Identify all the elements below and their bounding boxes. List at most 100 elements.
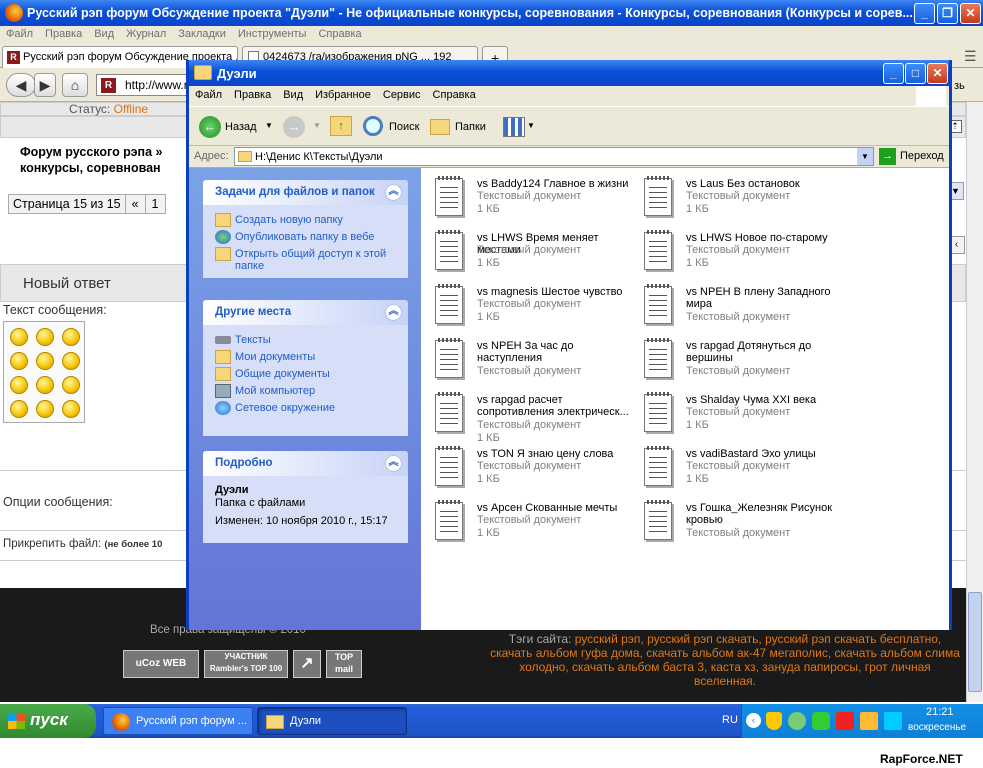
menu-file[interactable]: Файл — [0, 26, 39, 42]
file-item[interactable]: vs Laus Без остановок Текстовый документ 1… — [644, 176, 849, 228]
collapse-chevron-icon[interactable]: ︽ — [385, 455, 402, 472]
url-bar[interactable]: R http://www.r — [96, 74, 196, 96]
file-item[interactable]: vs vadiBastard Эхо улицы Текстовый докуме… — [644, 446, 849, 498]
views-icon[interactable] — [503, 117, 525, 137]
menu-edit[interactable]: Правка — [39, 26, 88, 42]
home-button[interactable]: ⌂ — [62, 73, 88, 97]
collapse-chevron-icon[interactable]: ︽ — [385, 184, 402, 201]
views-dropdown-icon[interactable]: ▼ — [527, 121, 535, 130]
task-firefox[interactable]: Русский рэп форум ... — [103, 707, 253, 735]
tray-app-icon[interactable] — [812, 712, 830, 730]
smiley-icon[interactable] — [36, 376, 54, 394]
page-scrollbar[interactable] — [966, 102, 983, 702]
rambler-badge[interactable]: УЧАСТНИК Rambler's TOP 100 — [204, 650, 288, 678]
language-indicator[interactable]: RU — [722, 714, 738, 726]
details-panel-header[interactable]: Подробно ︽ — [203, 451, 408, 476]
task-explorer[interactable]: Дуэли — [257, 707, 407, 735]
ex-menu-tools[interactable]: Сервис — [377, 86, 427, 104]
start-button[interactable]: пуск — [0, 704, 96, 738]
arrow-badge[interactable]: ↗ — [293, 650, 321, 678]
folders-icon[interactable] — [430, 119, 450, 135]
menu-history[interactable]: Журнал — [120, 26, 172, 42]
page-1[interactable]: 1 — [146, 195, 165, 213]
tray-collapse-icon[interactable]: ‹ — [746, 713, 761, 728]
explorer-minimize-button[interactable]: _ — [883, 63, 904, 84]
file-item[interactable]: vs TON Я знаю цену слова Текстовый докуме… — [435, 446, 640, 498]
place-network-link[interactable]: Сетевое окружение — [203, 399, 408, 416]
menu-view[interactable]: Вид — [88, 26, 120, 42]
tasks-panel-header[interactable]: Задачи для файлов и папок ︽ — [203, 180, 408, 205]
clock-time[interactable]: 21:21 — [926, 706, 954, 718]
file-item[interactable]: vs Baddy124 Главное в жизни Текстовый док… — [435, 176, 640, 228]
place-my-docs-link[interactable]: Мои документы — [203, 348, 408, 365]
publish-web-link[interactable]: Опубликовать папку в вебе — [203, 228, 408, 245]
file-item[interactable]: vs Shalday Чума XXI века Текстовый докуме… — [644, 392, 849, 444]
tray-app-icon[interactable] — [788, 712, 806, 730]
file-item[interactable]: vs LHWS Новое по-старому Текстовый докуме… — [644, 230, 849, 282]
explorer-close-button[interactable]: ✕ — [927, 63, 948, 84]
smiley-icon[interactable] — [36, 400, 54, 418]
address-dropdown-icon[interactable]: ▼ — [857, 148, 873, 165]
smiley-icon[interactable] — [10, 352, 28, 370]
smiley-icon[interactable] — [36, 352, 54, 370]
collapse-chevron-icon[interactable]: ︽ — [385, 304, 402, 321]
smiley-icon[interactable] — [10, 376, 28, 394]
back-arrow-icon[interactable]: ← — [199, 116, 221, 138]
file-item[interactable]: vs magnesis Шестое чувство Текстовый доку… — [435, 284, 640, 336]
file-item[interactable]: vs NPEH В плену Западного мира Текстовый … — [644, 284, 849, 336]
smiley-icon[interactable] — [10, 328, 28, 346]
smiley-icon[interactable] — [62, 352, 80, 370]
explorer-maximize-button[interactable]: □ — [905, 63, 926, 84]
file-item[interactable]: vs rapgad расчет сопротивления электриче… — [435, 392, 640, 444]
tab-list-icon[interactable]: ☰ — [964, 48, 977, 65]
ucoz-badge[interactable]: uCoz WEB — [123, 650, 199, 678]
minimize-button[interactable]: _ — [914, 3, 935, 24]
back-label[interactable]: Назад — [225, 121, 257, 133]
forward-dropdown-icon[interactable]: ▼ — [313, 121, 321, 130]
menu-bookmarks[interactable]: Закладки — [172, 26, 232, 42]
places-panel-header[interactable]: Другие места ︽ — [203, 300, 408, 325]
tray-app-icon[interactable] — [884, 712, 902, 730]
restore-button[interactable]: ❐ — [937, 3, 958, 24]
place-my-computer-link[interactable]: Мой компьютер — [203, 382, 408, 399]
back-dropdown-icon[interactable]: ▼ — [265, 121, 273, 130]
close-button[interactable]: ✕ — [960, 3, 981, 24]
create-folder-link[interactable]: Создать новую папку — [203, 211, 408, 228]
search-icon[interactable] — [363, 116, 383, 136]
smiley-icon[interactable] — [36, 328, 54, 346]
file-item[interactable]: vs LHWS Время меняет местами Текстовый до… — [435, 230, 640, 282]
security-shield-icon[interactable] — [766, 712, 782, 730]
ex-menu-favorites[interactable]: Избранное — [309, 86, 377, 104]
folders-label[interactable]: Папки — [455, 121, 486, 133]
menu-help[interactable]: Справка — [312, 26, 367, 42]
menu-tools[interactable]: Инструменты — [232, 26, 313, 42]
mail-top-badge[interactable]: TOP mail — [326, 650, 362, 678]
scrollbar-thumb[interactable] — [968, 592, 982, 692]
go-label[interactable]: Переход — [900, 150, 944, 162]
up-folder-icon[interactable]: ↑ — [330, 116, 352, 136]
ex-menu-file[interactable]: Файл — [189, 86, 228, 104]
ex-menu-view[interactable]: Вид — [277, 86, 309, 104]
file-item[interactable]: vs Гошка_Железняк Рисунок кровью Текстовы… — [644, 500, 849, 552]
address-field[interactable]: H:\Денис К\Тексты\Дуэли ▼ — [234, 147, 874, 166]
place-shared-docs-link[interactable]: Общие документы — [203, 365, 408, 382]
tray-app-icon[interactable] — [860, 712, 878, 730]
file-item[interactable]: vs NPEH За час до наступления Текстовый д… — [435, 338, 640, 390]
file-item[interactable]: vs Арсен Скованные мечты Текстовый докуме… — [435, 500, 640, 552]
share-folder-link[interactable]: Открыть общий доступ к этой папке — [203, 245, 408, 274]
smiley-icon[interactable] — [62, 328, 80, 346]
forward-button[interactable]: ▶ — [34, 73, 56, 97]
go-arrow-icon[interactable]: → — [879, 148, 896, 165]
tray-app-icon[interactable] — [836, 712, 854, 730]
page-first[interactable]: « — [126, 195, 146, 213]
forward-arrow-icon[interactable]: → — [283, 116, 305, 138]
place-texts-link[interactable]: Тексты — [203, 331, 408, 348]
search-label[interactable]: Поиск — [389, 121, 419, 133]
smiley-icon[interactable] — [62, 376, 80, 394]
smiley-icon[interactable] — [62, 400, 80, 418]
smiley-icon[interactable] — [10, 400, 28, 418]
ex-menu-help[interactable]: Справка — [427, 86, 482, 104]
file-item[interactable]: vs rapgad Дотянуться до вершины Текстовый… — [644, 338, 849, 390]
ex-menu-edit[interactable]: Правка — [228, 86, 277, 104]
back-button[interactable]: ◀ — [6, 73, 36, 97]
